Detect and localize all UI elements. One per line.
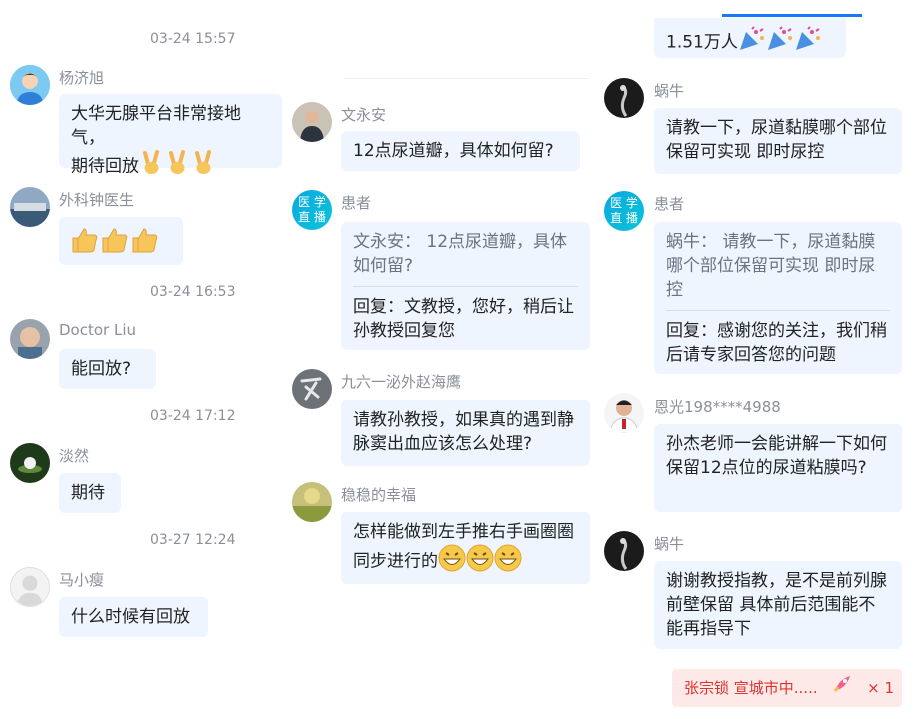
- grinning-face-icon: [466, 544, 494, 579]
- active-tab-indicator: [722, 14, 862, 17]
- message-bubble[interactable]: 能回放?: [59, 349, 156, 389]
- timestamp: 03-24 17:12: [150, 408, 236, 424]
- gift-sender: 张宗锁 宣城市中.....: [684, 679, 818, 697]
- party-popper-icon: [794, 26, 822, 59]
- victory-hand-icon: [165, 150, 191, 183]
- user-avatar[interactable]: [10, 187, 50, 227]
- message-text: 请教一下，尿道黏膜哪个部位保留可实现 即时尿控: [666, 118, 887, 162]
- avatar-label: 医 学: [610, 196, 638, 210]
- reply-text: 回复：感谢您的关注，我们稍后请专家回答您的问题: [666, 321, 887, 365]
- user-avatar[interactable]: [10, 65, 50, 105]
- sender-name: 文永安: [341, 106, 387, 124]
- message-bubble[interactable]: 1.51万人: [654, 18, 846, 58]
- medical-live-avatar[interactable]: 医 学 直 播: [604, 191, 644, 231]
- sender-name: 稳稳的幸福: [341, 486, 417, 504]
- message-text: 谢谢教授指教，是不是前列腺前壁保留 具体前后范围能不能再指导下: [666, 571, 887, 639]
- avatar-label: 直 播: [298, 210, 326, 224]
- message-bubble[interactable]: 什么时候有回放: [59, 597, 208, 637]
- grinning-face-icon: [494, 544, 522, 579]
- quote-divider: [666, 310, 890, 311]
- message-text: 请教孙教授，如果真的遇到静脉窦出血应该怎么处理?: [353, 410, 574, 454]
- timestamp: 03-24 16:53: [150, 284, 236, 300]
- user-avatar[interactable]: [604, 78, 644, 118]
- message-text: 期待: [71, 483, 105, 503]
- message-bubble[interactable]: 孙杰老师一会能讲解一下如何保留12点位的尿道粘膜吗?: [654, 424, 902, 512]
- message-text: 12点尿道瓣，具体如何留?: [353, 141, 554, 161]
- message-text: 孙杰老师一会能讲解一下如何保留12点位的尿道粘膜吗?: [666, 434, 887, 478]
- sender-name: 马小瘦: [59, 571, 105, 589]
- message-bubble[interactable]: 请教一下，尿道黏膜哪个部位保留可实现 即时尿控: [654, 108, 902, 174]
- user-avatar[interactable]: [292, 482, 332, 522]
- quote-divider: [353, 286, 578, 287]
- sender-name: 患者: [341, 194, 372, 212]
- user-avatar[interactable]: [604, 531, 644, 571]
- gift-notification[interactable]: 张宗锁 宣城市中..... × 1: [672, 669, 902, 707]
- victory-hand-icon: [139, 150, 165, 183]
- thumbs-up-icon: [71, 225, 101, 262]
- message-text: 能回放?: [71, 359, 132, 379]
- gift-count: × 1: [867, 679, 895, 697]
- message-bubble[interactable]: 怎样能做到左手推右手画圈圈同步进行的: [341, 512, 590, 584]
- sender-name: 杨济旭: [59, 69, 105, 87]
- reply-bubble[interactable]: 蜗牛： 请教一下，尿道黏膜哪个部位保留可实现 即时尿控 回复：感谢您的关注，我们…: [654, 222, 902, 374]
- grinning-face-icon: [438, 544, 466, 579]
- avatar-label: 医 学: [298, 195, 326, 209]
- medical-live-avatar[interactable]: 医 学 直 播: [292, 190, 332, 230]
- message-text: 什么时候有回放: [71, 607, 190, 627]
- sender-name: 蜗牛: [654, 535, 685, 553]
- message-bubble[interactable]: 期待: [59, 473, 121, 513]
- quoted-message: 蜗牛： 请教一下，尿道黏膜哪个部位保留可实现 即时尿控: [666, 232, 876, 300]
- timestamp: 03-24 15:57: [150, 31, 236, 47]
- thumbs-up-icon: [101, 225, 131, 262]
- message-bubble[interactable]: 大华无腺平台非常接地气， 期待回放: [59, 94, 282, 177]
- thumbs-up-icon: [131, 225, 161, 262]
- sender-name: 外科钟医生: [59, 191, 135, 209]
- timestamp: 03-27 12:24: [150, 532, 236, 548]
- victory-hand-icon: [191, 150, 217, 183]
- message-text: 1.51万人: [666, 32, 738, 53]
- sender-name: 蜗牛: [654, 82, 685, 100]
- message-bubble[interactable]: 谢谢教授指教，是不是前列腺前壁保留 具体前后范围能不能再指导下: [654, 561, 902, 649]
- party-popper-icon: [766, 26, 794, 59]
- message-bubble[interactable]: 请教孙教授，如果真的遇到静脉窦出血应该怎么处理?: [341, 400, 590, 466]
- message-bubble[interactable]: 12点尿道瓣，具体如何留?: [341, 131, 580, 171]
- sender-name: 淡然: [59, 447, 90, 465]
- avatar-label: 直 播: [610, 211, 638, 225]
- sender-name: 九六一泌外赵海鹰: [341, 373, 462, 391]
- rocket-icon: [832, 670, 854, 708]
- user-avatar[interactable]: [10, 319, 50, 359]
- user-avatar[interactable]: [292, 369, 332, 409]
- sender-name: 患者: [654, 195, 685, 213]
- reply-bubble[interactable]: 文永安： 12点尿道瓣，具体如何留? 回复：文教授，您好，稍后让孙教授回复您: [341, 222, 590, 350]
- quoted-message: 文永安： 12点尿道瓣，具体如何留?: [353, 232, 568, 276]
- party-popper-icon: [738, 26, 766, 59]
- message-bubble[interactable]: [59, 217, 183, 265]
- divider: [344, 78, 588, 79]
- reply-text: 回复：文教授，您好，稍后让孙教授回复您: [353, 297, 574, 341]
- user-avatar[interactable]: [10, 443, 50, 483]
- user-avatar[interactable]: [604, 393, 644, 433]
- sender-name: Doctor Liu: [59, 321, 136, 339]
- user-avatar[interactable]: [10, 567, 50, 607]
- sender-name: 恩光198****4988: [654, 398, 781, 416]
- user-avatar[interactable]: [292, 102, 332, 142]
